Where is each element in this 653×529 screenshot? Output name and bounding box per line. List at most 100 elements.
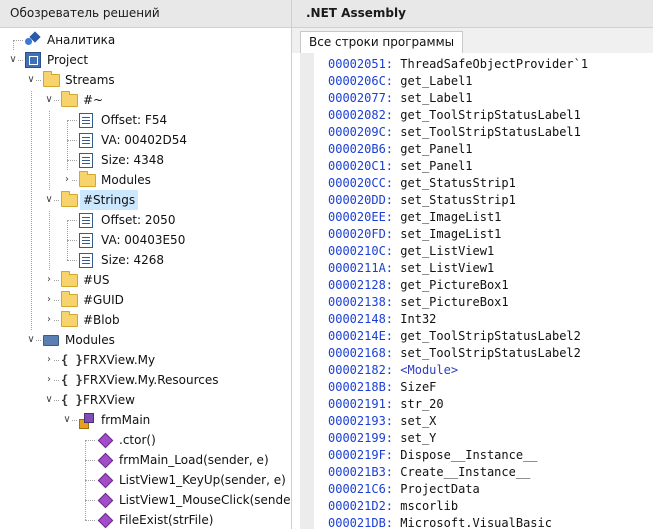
chevron-down-icon[interactable]: ∨ [44,90,54,110]
string-row: 000021DB: Microsoft.VisualBasic [328,515,552,529]
tree-item[interactable]: ∨ frmMain [0,410,291,430]
string-address: 00002182: [328,363,394,377]
tree-item[interactable]: VA: 00403E50 [0,230,291,250]
chevron-right-icon[interactable]: › [44,270,54,290]
tree-item[interactable]: ListView1_KeyUp(sender, e) [0,470,291,490]
string-row: 00002148: Int32 [328,311,436,328]
string-row: 0000218B: SizeF [328,379,436,396]
strings-listing[interactable]: 00002051: ThreadSafeObjectProvider`1 0000… [314,53,653,529]
project-icon [25,52,41,68]
tree-item[interactable]: › #US [0,270,291,290]
tree-item[interactable]: frmMain_Load(sender, e) [0,450,291,470]
string-value: set_ToolStripStatusLabel2 [400,346,581,360]
tree-item-label: ListView1_KeyUp(sender, e) [119,473,286,487]
string-value: set_Panel1 [400,159,473,173]
method-icon [97,492,114,509]
class-icon [79,413,94,429]
tree-item[interactable]: FileExist(strFile) [0,510,291,529]
tab-all-strings[interactable]: Все строки программы [300,31,464,54]
method-icon [97,512,114,529]
tree-item[interactable]: Offset: F54 [0,110,291,130]
tree-item[interactable]: › Modules [0,170,291,190]
string-row: 0000219F: Dispose__Instance__ [328,447,538,464]
string-value: Dispose__Instance__ [400,448,538,462]
string-address: 0000206C: [328,74,394,88]
string-row: 000020B6: get_Panel1 [328,141,473,158]
chevron-right-icon[interactable]: › [44,350,54,370]
tree-item-label: VA: 00402D54 [101,133,187,147]
tree-item[interactable]: ›{ } FRXView.My [0,350,291,370]
chevron-right-icon[interactable]: › [44,370,54,390]
tree-item-label: Streams [65,73,115,87]
string-address: 000021DB: [328,516,394,529]
string-address: 000020DD: [328,193,394,207]
tree-item[interactable]: Аналитика [0,30,291,50]
string-value: str_20 [400,397,444,411]
string-value: set_StatusStrip1 [400,193,516,207]
tree-item[interactable]: ∨ Project [0,50,291,70]
tree-item[interactable]: VA: 00402D54 [0,130,291,150]
tree-item[interactable]: ListView1_MouseClick(sende [0,490,291,510]
string-address: 00002168: [328,346,394,360]
string-row: 00002082: get_ToolStripStatusLabel1 [328,107,581,124]
chevron-down-icon[interactable]: ∨ [62,410,72,430]
tree-item[interactable]: ∨ Modules [0,330,291,350]
string-row: 000020FD: set_ImageList1 [328,226,501,243]
method-icon [97,472,114,489]
tree-item[interactable]: ∨ #Strings [0,190,291,210]
string-row: 000021D2: mscorlib [328,498,458,515]
chevron-down-icon[interactable]: ∨ [44,390,54,410]
chevron-down-icon[interactable]: ∨ [44,190,54,210]
string-value: get_ListView1 [400,244,495,258]
tree-item[interactable]: Size: 4268 [0,250,291,270]
string-value: set_ImageList1 [400,227,502,241]
chevron-right-icon[interactable]: › [44,310,54,330]
tree-item-label: Offset: F54 [101,113,168,127]
string-value: mscorlib [400,499,459,513]
string-value: set_ToolStripStatusLabel1 [400,125,581,139]
string-row: 00002168: set_ToolStripStatusLabel2 [328,345,581,362]
string-row: 0000211A: set_ListView1 [328,260,494,277]
tree-item[interactable]: Size: 4348 [0,150,291,170]
string-address: 000021C6: [328,482,394,496]
string-address: 000020FD: [328,227,394,241]
chevron-right-icon[interactable]: › [44,290,54,310]
folder-open-icon [61,191,78,207]
string-value: set_Y [400,431,437,445]
folder-icon [61,291,78,307]
string-value: Int32 [400,312,437,326]
tree-item[interactable]: ∨ #~ [0,90,291,110]
tree-item[interactable]: › #GUID [0,290,291,310]
string-address: 00002082: [328,108,394,122]
tree-item-label: #US [83,273,110,287]
string-address: 00002191: [328,397,394,411]
string-address: 00002138: [328,295,394,309]
folder-open-icon [61,91,78,107]
string-address: 000021B3: [328,465,394,479]
tree-item[interactable]: ∨ Streams [0,70,291,90]
tree-item[interactable]: › #Blob [0,310,291,330]
chevron-down-icon[interactable]: ∨ [8,50,18,70]
string-value: set_PictureBox1 [400,295,509,309]
solution-explorer-title: Обозреватель решений [0,0,291,28]
tree-item-label: Modules [101,173,151,187]
tree-item-label: frmMain [101,413,151,427]
module-icon [43,335,59,346]
property-icon [79,213,93,228]
tree-item[interactable]: Offset: 2050 [0,210,291,230]
string-value: set_X [400,414,437,428]
tree-item[interactable]: ∨{ } FRXView [0,390,291,410]
string-row: 000020EE: get_ImageList1 [328,209,501,226]
string-value: ThreadSafeObjectProvider`1 [400,57,589,71]
tree-item[interactable]: .ctor() [0,430,291,450]
string-address: 00002193: [328,414,394,428]
tree-item-label: frmMain_Load(sender, e) [119,453,269,467]
string-address: 0000211A: [328,261,394,275]
chevron-down-icon[interactable]: ∨ [26,330,36,350]
tree-item-label: .ctor() [119,433,156,447]
string-address: 000020C1: [328,159,394,173]
string-row: 00002191: str_20 [328,396,444,413]
chevron-right-icon[interactable]: › [62,170,72,190]
chevron-down-icon[interactable]: ∨ [26,70,36,90]
tree-item[interactable]: ›{ } FRXView.My.Resources [0,370,291,390]
